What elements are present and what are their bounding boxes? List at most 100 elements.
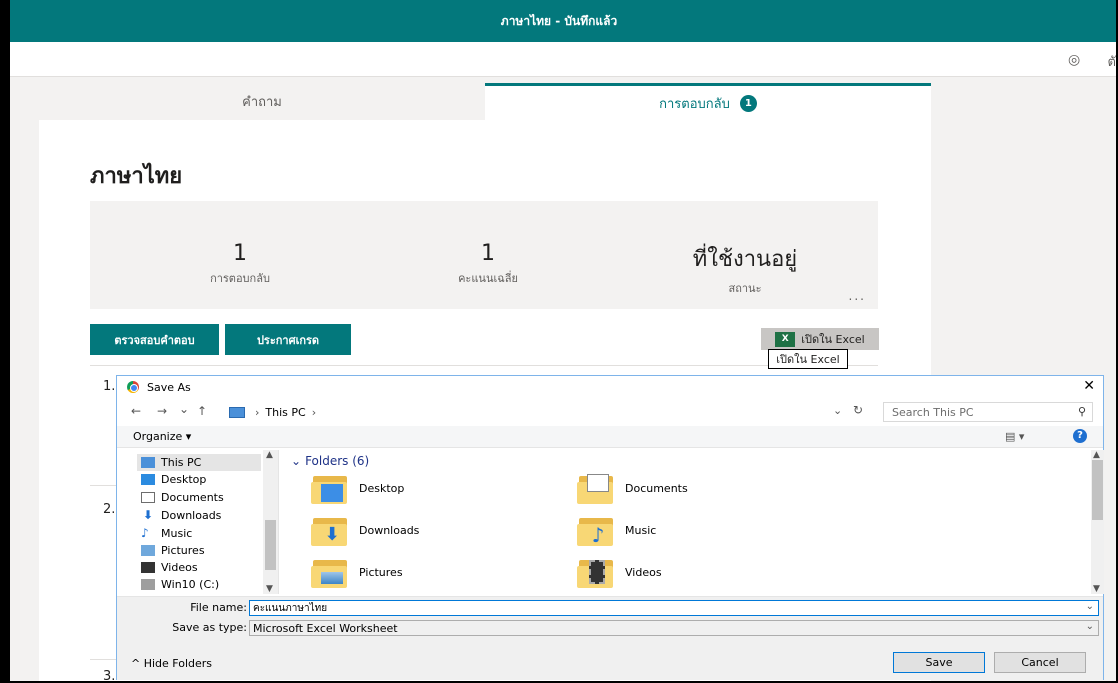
- music-icon: ♪: [141, 526, 149, 540]
- dialog-toolbar: Organize ▾ ▤ ▾ ?: [117, 426, 1103, 448]
- stat-average-score: 1 คะแนนเฉลี่ย: [368, 241, 608, 287]
- question-number-3: 3.: [103, 669, 116, 683]
- file-name-input[interactable]: คะแนนภาษาไทย ⌄: [249, 600, 1099, 616]
- nav-item-downloads[interactable]: ⬇ Downloads: [141, 507, 261, 524]
- chevron-down-icon[interactable]: ⌄: [1086, 621, 1094, 632]
- back-arrow-icon[interactable]: ←: [131, 404, 141, 418]
- open-in-excel-label: เปิดใน Excel: [801, 333, 865, 346]
- help-icon[interactable]: ?: [1073, 429, 1087, 443]
- downloads-folder-icon: ⬇: [311, 514, 349, 546]
- question-number-2: 2.: [103, 502, 116, 517]
- stat-status-label: สถานะ: [728, 282, 762, 295]
- chevron-down-icon[interactable]: ⌄: [1086, 601, 1094, 612]
- scroll-down-icon[interactable]: ▼: [1093, 584, 1100, 594]
- folder-label: Documents: [625, 481, 688, 495]
- videos-icon: [141, 562, 155, 573]
- tab-questions-label: คำถาม: [242, 95, 282, 110]
- nav-item-desktop[interactable]: Desktop: [141, 471, 261, 488]
- scroll-up-icon[interactable]: ▲: [1093, 450, 1100, 460]
- more-options-icon[interactable]: ...: [849, 289, 866, 303]
- recent-locations-chevron-icon[interactable]: ⌄: [179, 402, 189, 416]
- forward-arrow-icon[interactable]: →: [157, 404, 167, 418]
- nav-item-pictures[interactable]: Pictures: [141, 542, 261, 559]
- documents-folder-icon: [577, 472, 615, 504]
- nav-item-label: Desktop: [161, 473, 207, 486]
- search-input[interactable]: Search This PC ⚲: [883, 402, 1093, 422]
- topbar-truncated-text[interactable]: ตั: [1108, 51, 1116, 72]
- folder-desktop[interactable]: Desktop: [311, 470, 404, 506]
- folder-label: Videos: [625, 565, 662, 579]
- summary-stats-panel: 1 การตอบกลับ 1 คะแนนเฉลี่ย ที่ใช้งานอยู่…: [90, 201, 878, 309]
- save-type-value: Microsoft Excel Worksheet: [253, 621, 398, 635]
- top-toolbar: ◎ ตั: [10, 42, 1116, 77]
- folder-label: Music: [625, 523, 657, 537]
- cancel-button[interactable]: Cancel: [994, 652, 1086, 673]
- folder-label: Downloads: [359, 523, 420, 537]
- folder-downloads[interactable]: ⬇ Downloads: [311, 512, 419, 548]
- organize-menu[interactable]: Organize ▾: [133, 430, 191, 443]
- scroll-down-icon[interactable]: ▼: [266, 584, 273, 594]
- hide-folders-label: Hide Folders: [143, 657, 213, 670]
- nav-item-drive[interactable]: Win10 (C:): [141, 576, 261, 593]
- review-answers-button[interactable]: ตรวจสอบคำตอบ: [90, 324, 219, 355]
- folders-group-label: Folders (6): [305, 454, 370, 468]
- documents-icon: [141, 492, 155, 503]
- folder-videos[interactable]: Videos: [577, 554, 662, 590]
- nav-item-music[interactable]: ♪ Music: [141, 525, 261, 542]
- folder-pictures[interactable]: Pictures: [311, 554, 403, 590]
- form-title: ภาษาไทย: [90, 164, 183, 189]
- stat-responses-label: การตอบกลับ: [210, 272, 270, 285]
- music-folder-icon: ♪: [577, 514, 615, 546]
- dialog-title: Save As: [147, 380, 191, 394]
- tab-questions[interactable]: คำถาม: [39, 83, 485, 120]
- change-view-icon[interactable]: ▤ ▾: [1005, 430, 1024, 443]
- desktop-icon: [141, 474, 155, 485]
- folder-documents[interactable]: Documents: [577, 470, 688, 506]
- hide-folders-toggle[interactable]: ^ Hide Folders: [131, 657, 212, 670]
- dialog-title-bar: Save As ✕: [117, 376, 1103, 398]
- save-fields: File name: คะแนนภาษาไทย ⌄ Save as type: …: [117, 596, 1103, 640]
- scroll-up-icon[interactable]: ▲: [266, 450, 273, 460]
- stat-average-label: คะแนนเฉลี่ย: [458, 272, 518, 285]
- address-bar[interactable]: › This PC ›: [227, 402, 873, 422]
- save-button[interactable]: Save: [893, 652, 985, 673]
- window-title-bar: ภาษาไทย - บันทึกแล้ว: [0, 0, 1118, 42]
- excel-icon: X: [775, 331, 796, 347]
- nav-pane-scrollbar[interactable]: ▲ ▼: [263, 450, 278, 594]
- pc-icon: [141, 457, 155, 468]
- address-dropdown-icon[interactable]: ⌄: [833, 404, 842, 417]
- save-type-select[interactable]: Microsoft Excel Worksheet ⌄: [249, 620, 1099, 636]
- question-number-1: 1.: [103, 379, 116, 394]
- scroll-thumb[interactable]: [265, 520, 276, 570]
- nav-item-videos[interactable]: Videos: [141, 559, 261, 576]
- stat-status-value: ที่ใช้งานอยู่: [692, 247, 798, 272]
- responses-count-badge: 1: [739, 94, 757, 112]
- chevron-up-icon: ^: [131, 657, 141, 670]
- scroll-thumb[interactable]: [1092, 460, 1103, 520]
- folders-group-header[interactable]: ⌄ Folders (6): [291, 454, 369, 468]
- content-scrollbar[interactable]: ▲ ▼: [1091, 450, 1104, 594]
- close-icon[interactable]: ✕: [1083, 378, 1095, 394]
- search-icon[interactable]: ⚲: [1078, 405, 1086, 418]
- nav-item-documents[interactable]: Documents: [141, 489, 261, 506]
- open-in-excel-button[interactable]: X เปิดใน Excel: [761, 328, 879, 350]
- nav-item-label: Documents: [161, 491, 224, 504]
- up-arrow-icon[interactable]: ↑: [197, 404, 207, 418]
- nav-item-this-pc[interactable]: This PC: [137, 454, 261, 471]
- save-type-label: Save as type:: [172, 621, 247, 634]
- post-grades-button[interactable]: ประกาศเกรด: [225, 324, 351, 355]
- pictures-folder-icon: [311, 556, 349, 588]
- address-location[interactable]: This PC: [265, 406, 305, 419]
- preview-eye-icon[interactable]: ◎: [1068, 52, 1086, 68]
- folder-content-area: ⌄ Folders (6) Desktop Documents ⬇ Downlo…: [281, 450, 1091, 594]
- nav-item-label: Win10 (C:): [161, 578, 220, 591]
- stat-responses: 1 การตอบกลับ: [120, 241, 360, 287]
- folder-music[interactable]: ♪ Music: [577, 512, 656, 548]
- chevron-down-icon: ⌄: [291, 454, 302, 468]
- search-placeholder: Search This PC: [892, 405, 974, 419]
- chrome-icon: [127, 381, 139, 393]
- address-row: ← → ⌄ ↑ › This PC › ⌄ ↻ Search This PC ⚲: [117, 400, 1103, 424]
- refresh-icon[interactable]: ↻: [853, 403, 863, 417]
- navigation-pane: This PC Desktop Documents ⬇ Downloads ♪ …: [117, 450, 279, 594]
- tab-responses[interactable]: การตอบกลับ 1: [485, 83, 931, 120]
